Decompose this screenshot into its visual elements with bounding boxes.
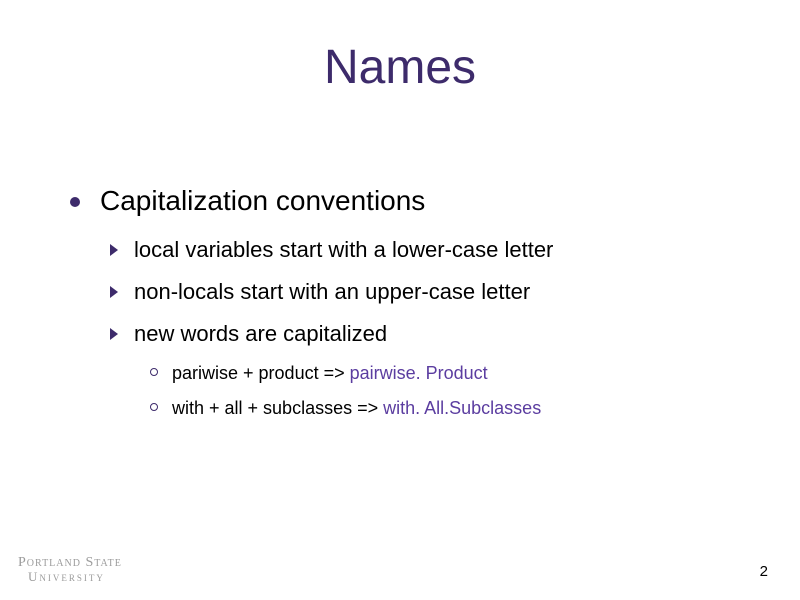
footer-logo-line1: Portland State [18,556,122,571]
slide-title: Names [70,40,730,95]
bullet-level2-text: new words are capitalized [134,321,387,347]
bullet-level2-item: new words are capitalized [110,321,730,347]
bullet-level3-text: pariwise + product => pairwise. Product [172,363,488,384]
page-number: 2 [760,563,768,580]
triangle-icon [110,244,118,256]
level3-prefix: pariwise + product => [172,363,350,383]
bullet-level2-item: non-locals start with an upper-case lett… [110,279,730,305]
triangle-icon [110,328,118,340]
ring-icon [150,403,158,411]
bullet-level3-item: with + all + subclasses => with. All.Sub… [150,398,730,419]
bullet-level3-item: pariwise + product => pairwise. Product [150,363,730,384]
footer-logo-line2: University [28,570,122,584]
level3-accent: with. All.Subclasses [383,398,541,418]
level3-accent: pairwise. Product [350,363,488,383]
bullet-level1: Capitalization conventions [70,185,730,217]
triangle-icon [110,286,118,298]
bullet-level2-text: non-locals start with an upper-case lett… [134,279,530,305]
level3-prefix: with + all + subclasses => [172,398,383,418]
slide: Names Capitalization conventions local v… [0,0,800,600]
bullet-level1-text: Capitalization conventions [100,185,425,217]
ring-icon [150,368,158,376]
footer-logo: Portland State University [18,556,122,584]
bullet-dot-icon [70,197,80,207]
bullet-level3-group: pariwise + product => pairwise. Product … [150,363,730,419]
bullet-level2-item: local variables start with a lower-case … [110,237,730,263]
bullet-level2-group: local variables start with a lower-case … [110,237,730,419]
bullet-level2-text: local variables start with a lower-case … [134,237,553,263]
bullet-level3-text: with + all + subclasses => with. All.Sub… [172,398,541,419]
